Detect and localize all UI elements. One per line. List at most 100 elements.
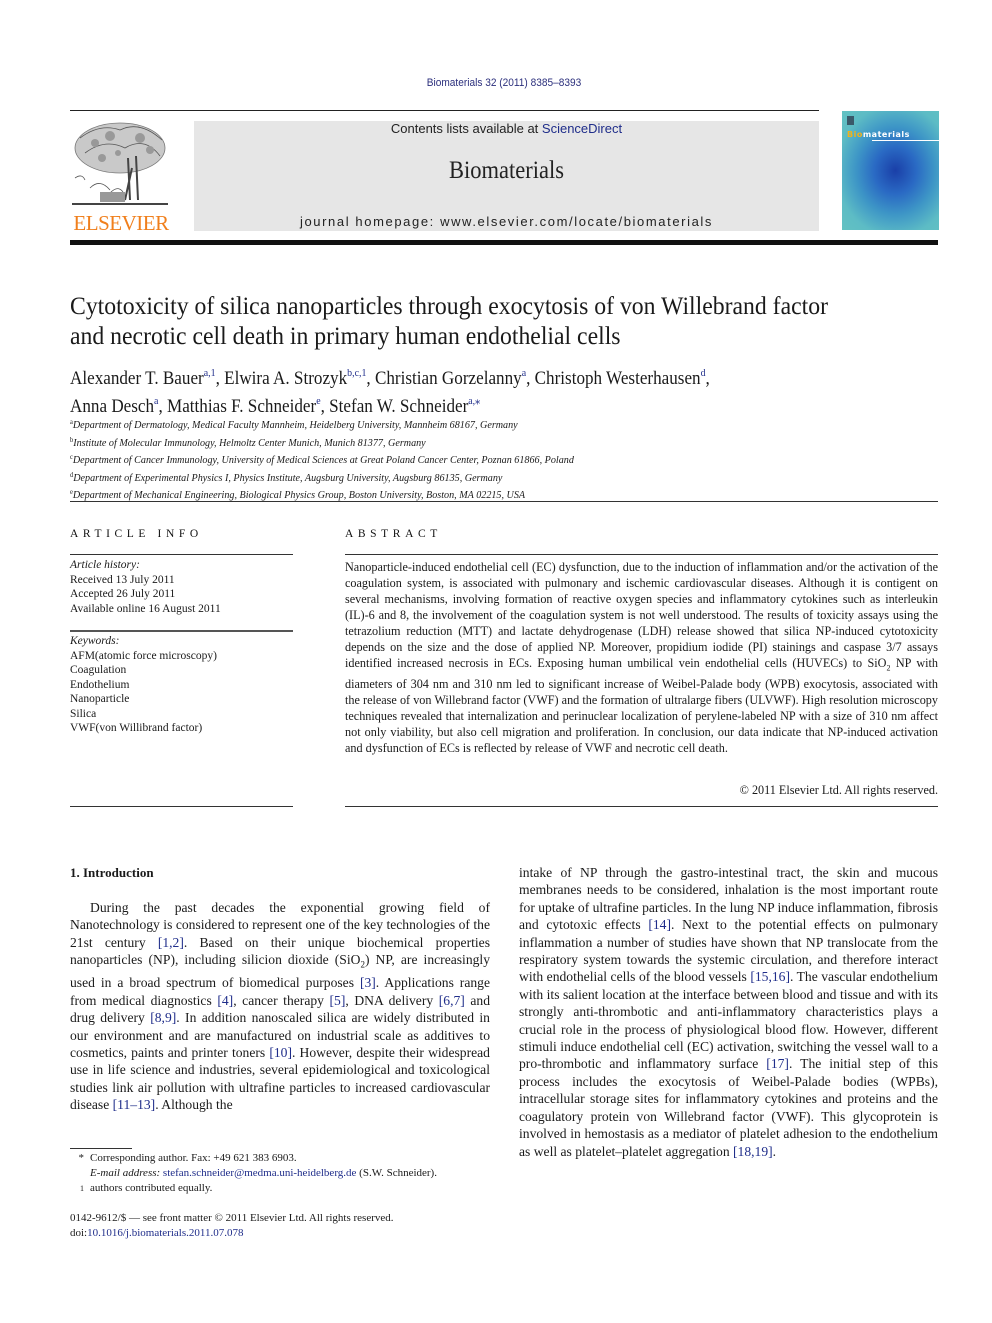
body-text: , DNA delivery (345, 992, 439, 1008)
abstract-rule (345, 554, 938, 555)
author-name[interactable]: Christian Gorzelanny (375, 368, 522, 389)
reference-link[interactable]: [8,9] (150, 1010, 176, 1025)
article-title: Cytotoxicity of silica nanoparticles thr… (70, 291, 879, 351)
accepted-date: Accepted 26 July 2011 (70, 588, 176, 600)
doi-link[interactable]: 10.1016/j.biomaterials.2011.07.078 (87, 1227, 243, 1239)
abstract-body: Nanoparticle-induced endothelial cell (E… (345, 559, 938, 756)
footnote-email: E-mail address: stefan.schneider@medma.u… (70, 1166, 500, 1181)
cover-title-bio: Bio (847, 130, 863, 139)
article-info-rule (70, 554, 293, 555)
keyword-item: AFM(atomic force microscopy) (70, 649, 217, 662)
header-thick-rule (70, 240, 938, 245)
front-matter: 0142-9612/$ — see front matter © 2011 El… (70, 1211, 500, 1241)
author-separator: , (158, 396, 168, 417)
section-divider (70, 501, 938, 502)
abstract-heading: ABSTRACT (345, 528, 442, 540)
introduction-heading: 1. Introduction (70, 865, 154, 880)
article-history: Article history: Received 13 July 2011 A… (70, 558, 293, 616)
contents-prefix: Contents lists available at (390, 121, 542, 136)
journal-banner: Contents lists available at ScienceDirec… (194, 121, 819, 231)
reference-link[interactable]: [15,16] (750, 969, 790, 984)
author-affil-mark[interactable]: a,1 (204, 367, 216, 379)
reference-link[interactable]: [14] (648, 917, 671, 932)
footnote-text: Corresponding author. Fax: +49 621 383 6… (90, 1152, 297, 1164)
author-name[interactable]: Christoph Westerhausen (535, 368, 701, 389)
article-info-heading: ARTICLE INFO (70, 528, 203, 540)
abstract-copyright: © 2011 Elsevier Ltd. All rights reserved… (739, 783, 938, 797)
footnote-text: authors contributed equally. (90, 1182, 213, 1194)
affiliation-list: aDepartment of Dermatology, Medical Facu… (70, 415, 714, 503)
introduction-left-column: During the past decades the exponential … (70, 899, 490, 1114)
reference-link[interactable]: [4] (217, 993, 233, 1008)
cover-title-rest: materials (862, 130, 910, 139)
affiliation-item: cDepartment of Cancer Immunology, Univer… (70, 450, 714, 468)
email-link[interactable]: stefan.schneider@medma.uni-heidelberg.de (163, 1167, 357, 1179)
author-name[interactable]: Stefan W. Schneider (329, 396, 468, 417)
author-name[interactable]: Anna Desch (70, 396, 154, 417)
abstract-text: NP with diameters of 304 nm and 310 nm l… (345, 656, 938, 756)
received-date: Received 13 July 2011 (70, 573, 175, 586)
author-name[interactable]: Elwira A. Strozyk (224, 368, 347, 389)
article-history-label: Article history: (70, 559, 140, 571)
affiliation-text: Department of Mechanical Engineering, Bi… (72, 489, 526, 501)
author-line-2: Anna Descha, Matthias F. Schneidere, Ste… (70, 390, 862, 418)
journal-citation-text[interactable]: Biomaterials 32 (2011) 8385–8393 (427, 77, 582, 89)
footnote-equal: 1 authors contributed equally. (70, 1181, 500, 1201)
body-text: . (772, 1143, 777, 1159)
keyword-item: Silica (70, 707, 97, 720)
body-text: . The initial step of this process inclu… (519, 1056, 938, 1159)
affiliation-text: Institute of Molecular Immunology, Helmo… (73, 436, 426, 449)
keyword-item: Coagulation (70, 664, 127, 676)
abstract-rule (345, 806, 938, 807)
affiliation-text: Department of Cancer Immunology, Univers… (72, 454, 574, 466)
author-affil-mark[interactable]: a,⁎ (468, 395, 480, 407)
affiliation-text: Department of Experimental Physics I, Ph… (73, 471, 503, 484)
keyword-item: VWF(von Willibrand factor) (70, 722, 203, 734)
keyword-item: Endothelium (70, 678, 130, 691)
keyword-item: Nanoparticle (70, 693, 130, 705)
reference-link[interactable]: [10] (269, 1045, 292, 1060)
reference-link[interactable]: [11–13] (113, 1097, 156, 1112)
affiliation-item: aDepartment of Dermatology, Medical Facu… (70, 415, 714, 433)
author-affil-mark[interactable]: b,c,1 (347, 367, 366, 379)
reference-link[interactable]: [6,7] (439, 993, 465, 1008)
author-separator: , (705, 368, 710, 389)
reference-link[interactable]: [17] (766, 1056, 789, 1071)
article-title-line-2: and necrotic cell death in primary human… (70, 321, 621, 350)
body-text: . Although the (155, 1097, 233, 1113)
abstract-text: Nanoparticle-induced endothelial cell (E… (345, 560, 938, 670)
reference-link[interactable]: [3] (360, 975, 376, 990)
journal-name: Biomaterials (449, 157, 564, 184)
reference-link[interactable]: [1,2] (158, 935, 184, 950)
footnote-number: 1 (80, 1184, 84, 1193)
author-separator: , (215, 368, 225, 389)
keywords-label: Keywords: (70, 635, 120, 647)
journal-homepage[interactable]: journal homepage: www.elsevier.com/locat… (194, 214, 819, 229)
article-title-line-1: Cytotoxicity of silica nanoparticles thr… (70, 291, 828, 320)
affiliation-item: eDepartment of Mechanical Engineering, B… (70, 485, 714, 503)
author-name[interactable]: Matthias F. Schneider (167, 396, 316, 417)
sciencedirect-link[interactable]: ScienceDirect (542, 121, 622, 136)
reference-link[interactable]: [18,19] (733, 1144, 773, 1159)
journal-citation-link[interactable]: Biomaterials 32 (2011) 8385–8393 (40, 77, 967, 89)
email-suffix: (S.W. Schneider). (356, 1167, 437, 1179)
reference-link[interactable]: [5] (330, 993, 346, 1008)
issn-line: 0142-9612/$ — see front matter © 2011 El… (70, 1212, 394, 1224)
elsevier-logo[interactable]: ELSEVIER (70, 118, 172, 234)
journal-cover-thumbnail[interactable]: Biomaterials (842, 111, 939, 230)
email-label: E-mail address: (90, 1167, 163, 1179)
author-separator: , (320, 396, 330, 417)
contents-available: Contents lists available at ScienceDirec… (194, 121, 819, 137)
online-date: Available online 16 August 2011 (70, 602, 221, 615)
footnotes: * Corresponding author. Fax: +49 621 383 … (70, 1151, 500, 1201)
cover-title: Biomaterials (847, 130, 910, 139)
body-text: , cancer therapy (233, 992, 330, 1008)
elsevier-tree-icon (72, 122, 168, 205)
author-separator: , (526, 368, 535, 389)
affiliation-item: bInstitute of Molecular Immunology, Helm… (70, 433, 714, 451)
footnote-rule (70, 1148, 132, 1149)
footnote-mark: * (78, 1152, 85, 1164)
elsevier-wordmark: ELSEVIER (73, 211, 169, 235)
author-name[interactable]: Alexander T. Bauer (70, 368, 204, 389)
doi-line: doi:10.1016/j.biomaterials.2011.07.078 (70, 1226, 500, 1241)
